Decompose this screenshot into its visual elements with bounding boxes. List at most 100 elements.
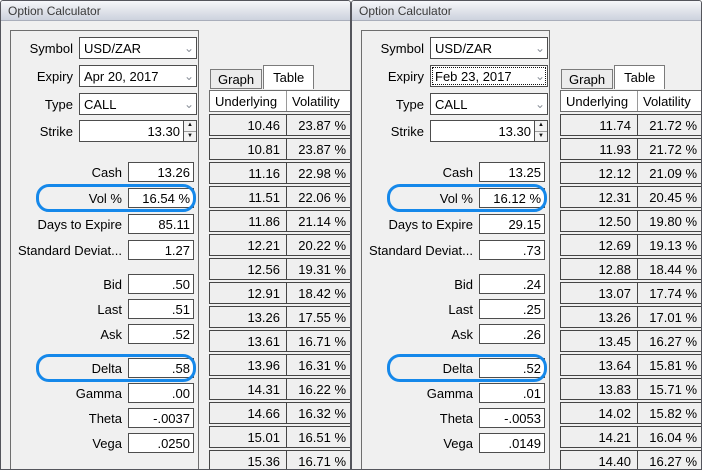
strike-value: 13.30 [498,123,531,139]
volatility-cell: 16.22 % [298,381,346,397]
table-row[interactable]: 15.01 16.51 % [209,426,350,448]
table-row[interactable]: 14.31 16.22 % [209,378,350,400]
combo-value: Apr 20, 2017 [84,68,159,84]
value-field[interactable]: 13.25 [479,162,545,182]
tab-strip: Graph Table [210,65,315,89]
table-row[interactable]: 13.64 15.81 % [560,354,701,376]
tab-graph[interactable]: Graph [561,69,614,89]
volatility-cell: 18.42 % [298,285,346,301]
field-label: Strike [39,123,73,139]
table-row[interactable]: 14.02 15.82 % [560,402,701,424]
table-row[interactable]: 12.88 18.44 % [560,258,701,280]
chevron-down-icon: ⌄ [534,69,545,83]
field-value: -.0037 [153,410,190,426]
value-field[interactable]: .73 [479,240,545,260]
value-field[interactable]: .0149 [479,433,545,453]
combo-select[interactable]: USD/ZAR ⌄ [79,37,197,59]
value-field[interactable]: .58 [128,358,194,378]
value-field[interactable]: .01 [479,383,545,403]
table-row[interactable]: 12.69 19.13 % [560,234,701,256]
form-row: Symbol USD/ZAR ⌄ [362,37,549,59]
table-row[interactable]: 11.74 21.72 % [560,114,701,136]
underlying-cell: 14.40 [561,451,638,469]
table-row[interactable]: 13.96 16.31 % [209,354,350,376]
value-field[interactable]: .0250 [128,433,194,453]
value-field[interactable]: .51 [128,299,194,319]
form-row: Bid .24 [362,274,549,294]
combo-select[interactable]: Apr 20, 2017 ⌄ [79,65,197,87]
table-row[interactable]: 12.91 18.42 % [209,282,350,304]
tab-table[interactable]: Table [263,65,315,89]
chevron-down-icon: ⌄ [534,41,545,55]
spin-up-icon[interactable]: ▲ [184,121,196,132]
form-row: Type CALL ⌄ [11,93,198,115]
table-row[interactable]: 12.12 21.09 % [560,162,701,184]
table-row[interactable]: 11.86 21.14 % [209,210,350,232]
tab-strip: Graph Table [561,65,666,89]
value-field[interactable]: 85.11 [128,214,194,234]
table-header: Underlying Volatility [560,90,701,112]
table-row[interactable]: 13.83 15.71 % [560,378,701,400]
underlying-cell: 11.86 [210,211,287,231]
table-row[interactable]: 14.66 16.32 % [209,402,350,424]
table-row[interactable]: 11.51 22.06 % [209,186,350,208]
table-row[interactable]: 11.16 22.98 % [209,162,350,184]
combo-select[interactable]: CALL ⌄ [430,93,548,115]
strike-spinner[interactable]: 13.30 ▲ ▼ [79,120,197,142]
combo-select[interactable]: CALL ⌄ [79,93,197,115]
field-value: -.0053 [504,410,541,426]
field-value: .26 [522,326,541,342]
title-bar[interactable]: Option Calculator [1,1,350,21]
value-field[interactable]: .00 [128,383,194,403]
field-value: 16.54 % [142,190,190,206]
value-field[interactable]: 1.27 [128,240,194,260]
strike-spinner[interactable]: 13.30 ▲ ▼ [430,120,548,142]
table-row[interactable]: 13.26 17.55 % [209,306,350,328]
field-label: Theta [88,410,122,426]
table-row[interactable]: 13.45 16.27 % [560,330,701,352]
table-row[interactable]: 11.93 21.72 % [560,138,701,160]
spin-down-icon[interactable]: ▼ [184,131,196,141]
table-row[interactable]: 15.36 16.71 % [209,450,350,469]
value-field[interactable]: .24 [479,274,545,294]
table-row[interactable]: 13.61 16.71 % [209,330,350,352]
volatility-cell: 19.13 % [649,237,697,253]
tab-graph[interactable]: Graph [210,69,263,89]
underlying-cell: 15.01 [210,427,287,447]
value-field[interactable]: 16.54 % [128,188,194,208]
form-row: Vega .0250 [11,433,198,453]
combo-rows: Symbol USD/ZAR ⌄ Expiry Apr 20, 2017 ⌄ T… [11,37,198,115]
table-row[interactable]: 12.31 20.45 % [560,186,701,208]
value-field[interactable]: .25 [479,299,545,319]
form-row: Expiry Feb 23, 2017 ⌄ [362,65,549,87]
volatility-cell: 23.87 % [298,117,346,133]
table-row[interactable]: 12.56 19.31 % [209,258,350,280]
title-bar[interactable]: Option Calculator [352,1,701,21]
table-row[interactable]: 13.26 17.01 % [560,306,701,328]
value-field[interactable]: -.0037 [128,408,194,428]
value-field[interactable]: .52 [479,358,545,378]
option-form: Symbol USD/ZAR ⌄ Expiry Feb 23, 2017 ⌄ T… [362,31,549,453]
value-field[interactable]: 29.15 [479,214,545,234]
table-row[interactable]: 14.40 16.27 % [560,450,701,469]
table-row[interactable]: 12.21 20.22 % [209,234,350,256]
table-row[interactable]: 10.81 23.87 % [209,138,350,160]
spin-down-icon[interactable]: ▼ [535,131,547,141]
value-field[interactable]: .26 [479,324,545,344]
combo-select[interactable]: Feb 23, 2017 ⌄ [430,65,548,87]
combo-select[interactable]: USD/ZAR ⌄ [430,37,548,59]
spin-up-icon[interactable]: ▲ [535,121,547,132]
value-field[interactable]: .52 [128,324,194,344]
tab-table[interactable]: Table [614,65,666,89]
value-field[interactable]: .50 [128,274,194,294]
table-row[interactable]: 13.07 17.74 % [560,282,701,304]
table-row[interactable]: 14.21 16.04 % [560,426,701,448]
table-row[interactable]: 12.50 19.80 % [560,210,701,232]
value-field[interactable]: 13.26 [128,162,194,182]
form-row: Vol % 16.54 % [11,184,198,212]
value-field[interactable]: 16.12 % [479,188,545,208]
table-row[interactable]: 10.46 23.87 % [209,114,350,136]
col-header-underlying: Underlying [561,91,638,111]
value-field[interactable]: -.0053 [479,408,545,428]
volatility-cell: 16.71 % [298,333,346,349]
